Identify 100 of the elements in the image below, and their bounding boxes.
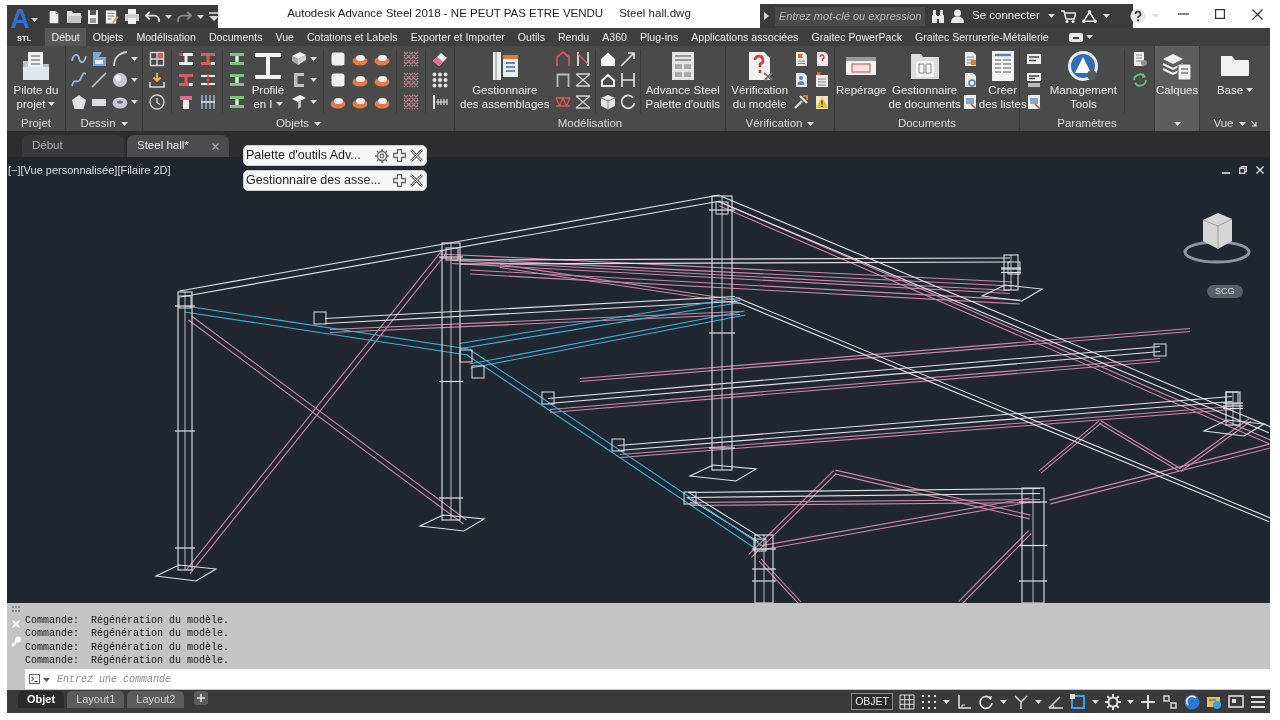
folder-icon[interactable]	[20, 50, 52, 82]
document-icon[interactable]	[793, 50, 810, 67]
bracing-icon[interactable]	[574, 72, 591, 88]
ribbon-tab[interactable]: Documents	[202, 28, 269, 46]
caret-icon[interactable]	[1246, 88, 1254, 92]
frame-icon[interactable]	[554, 72, 571, 88]
new-file-icon[interactable]	[47, 8, 61, 25]
lattice-icon[interactable]	[402, 93, 419, 110]
beam-icon[interactable]	[228, 93, 245, 110]
ribbon-tab[interactable]: Vue	[269, 28, 301, 46]
ribbon-tab[interactable]: A360	[595, 28, 634, 46]
undo-icon[interactable]	[145, 10, 160, 23]
caret-icon[interactable]	[1102, 14, 1110, 18]
settings-icon[interactable]	[375, 148, 389, 163]
caret-icon[interactable]	[1092, 699, 1099, 704]
caret-icon[interactable]	[310, 56, 318, 61]
monitor-icon[interactable]	[1228, 693, 1244, 710]
grid-icon[interactable]	[148, 50, 165, 67]
document-icon[interactable]	[1026, 93, 1043, 110]
caret-icon[interactable]	[197, 14, 204, 19]
plate-icon[interactable]	[291, 50, 308, 67]
caret-icon[interactable]	[1086, 35, 1094, 39]
ribbon-tab[interactable]: Début	[45, 28, 87, 46]
document-manager-button[interactable]: Gestionnaire de documents	[887, 46, 962, 111]
polyline-icon[interactable]	[91, 50, 107, 67]
caret-icon[interactable]	[310, 78, 318, 82]
ruler-icon[interactable]	[431, 93, 448, 110]
seat-icon[interactable]	[177, 93, 194, 110]
beam-icon[interactable]	[199, 50, 216, 67]
list-icon[interactable]	[813, 72, 830, 88]
polar-icon[interactable]	[978, 693, 994, 710]
viewport-menu-control[interactable]: [−]	[8, 162, 21, 179]
open-folder-icon[interactable]	[66, 9, 82, 24]
ribbon-tab[interactable]: Applications associées	[684, 28, 805, 46]
i-profile-button[interactable]: Profilé en I	[250, 46, 286, 111]
search-field[interactable]: Entrez mot-clé ou expression	[775, 6, 925, 26]
project-pilot-button[interactable]: Pilote du projet	[12, 46, 60, 111]
palette-title[interactable]: Palette d'outils Adv...	[246, 146, 371, 165]
grip-icon[interactable]	[12, 606, 20, 612]
osnap-icon[interactable]	[1070, 693, 1086, 710]
house-icon[interactable]	[599, 50, 616, 67]
numbering-button[interactable]: Repérage	[835, 46, 888, 97]
create-lists-button[interactable]: Créer des listes	[977, 46, 1028, 111]
spline-icon[interactable]	[70, 72, 87, 88]
arrow-icon[interactable]	[619, 50, 636, 67]
caret-icon[interactable]	[1000, 699, 1007, 704]
user-icon[interactable]	[951, 9, 964, 23]
caret-icon[interactable]	[30, 17, 38, 22]
minimize-icon[interactable]	[1178, 13, 1190, 15]
caret-icon[interactable]	[130, 78, 138, 82]
eraser-icon[interactable]	[431, 50, 448, 67]
plus-icon[interactable]	[393, 149, 406, 162]
palette-flyout[interactable]: Palette d'outils Adv...	[243, 145, 427, 166]
caret-icon[interactable]	[807, 121, 815, 126]
ribbon-tab[interactable]: Outils	[511, 28, 552, 46]
caret-icon[interactable]	[1173, 121, 1181, 126]
angle-icon[interactable]	[1048, 693, 1064, 710]
sphere-icon[interactable]	[111, 72, 128, 88]
caret-icon[interactable]	[943, 699, 950, 704]
ortho-icon[interactable]	[956, 693, 972, 710]
square-plate-icon[interactable]	[330, 72, 347, 88]
arc-icon[interactable]	[111, 50, 128, 67]
layout-tab[interactable]: Layout1	[67, 691, 125, 708]
caret-icon[interactable]	[275, 102, 283, 106]
caret-icon[interactable]	[1035, 699, 1042, 704]
rotate-icon[interactable]	[619, 93, 636, 110]
plus-icon[interactable]	[393, 174, 406, 187]
document-tab[interactable]: Début	[22, 135, 124, 157]
pentagon-icon[interactable]	[70, 93, 87, 110]
import-icon[interactable]	[148, 72, 165, 88]
palette-title[interactable]: Gestionnaire des asse...	[246, 171, 389, 190]
circle-icon[interactable]	[1184, 693, 1200, 710]
ucs-button[interactable]: SCG	[1207, 285, 1243, 298]
redo-icon[interactable]	[177, 10, 192, 23]
layout-tab[interactable]: Layout2	[127, 691, 185, 708]
grid-icon[interactable]	[899, 693, 915, 710]
binoculars-icon[interactable]	[931, 9, 945, 23]
add-tab-icon[interactable]	[194, 691, 209, 705]
clock-icon[interactable]	[148, 93, 165, 110]
print-icon[interactable]	[124, 9, 140, 24]
palette-flyout[interactable]: Gestionnaire des asse...	[243, 170, 427, 191]
split-icon[interactable]	[199, 93, 216, 110]
panel-title[interactable]: Dessin	[80, 114, 116, 133]
file-icon[interactable]	[1026, 72, 1043, 88]
square-plate-icon[interactable]	[330, 50, 347, 67]
customize-icon[interactable]	[209, 12, 219, 21]
command-input-field[interactable]: Entrez une commande	[55, 669, 1270, 689]
expand-arrow-icon[interactable]	[764, 12, 769, 20]
caret-icon[interactable]	[165, 14, 172, 19]
sign-in-button[interactable]: Se connecter	[970, 7, 1042, 25]
command-prompt-icon[interactable]	[25, 669, 55, 689]
beam-icon[interactable]	[177, 50, 194, 67]
network-icon[interactable]	[1081, 9, 1097, 23]
emblem-icon[interactable]	[1067, 50, 1100, 82]
document-icon[interactable]	[1131, 50, 1148, 67]
dots-icon[interactable]	[431, 72, 448, 88]
warning-icon[interactable]	[813, 93, 830, 110]
document-tab[interactable]: Steel hall*	[127, 135, 229, 157]
model-check-button[interactable]: Vérification du modèle	[730, 46, 790, 111]
ribbon-tab[interactable]: Objets	[86, 28, 130, 46]
